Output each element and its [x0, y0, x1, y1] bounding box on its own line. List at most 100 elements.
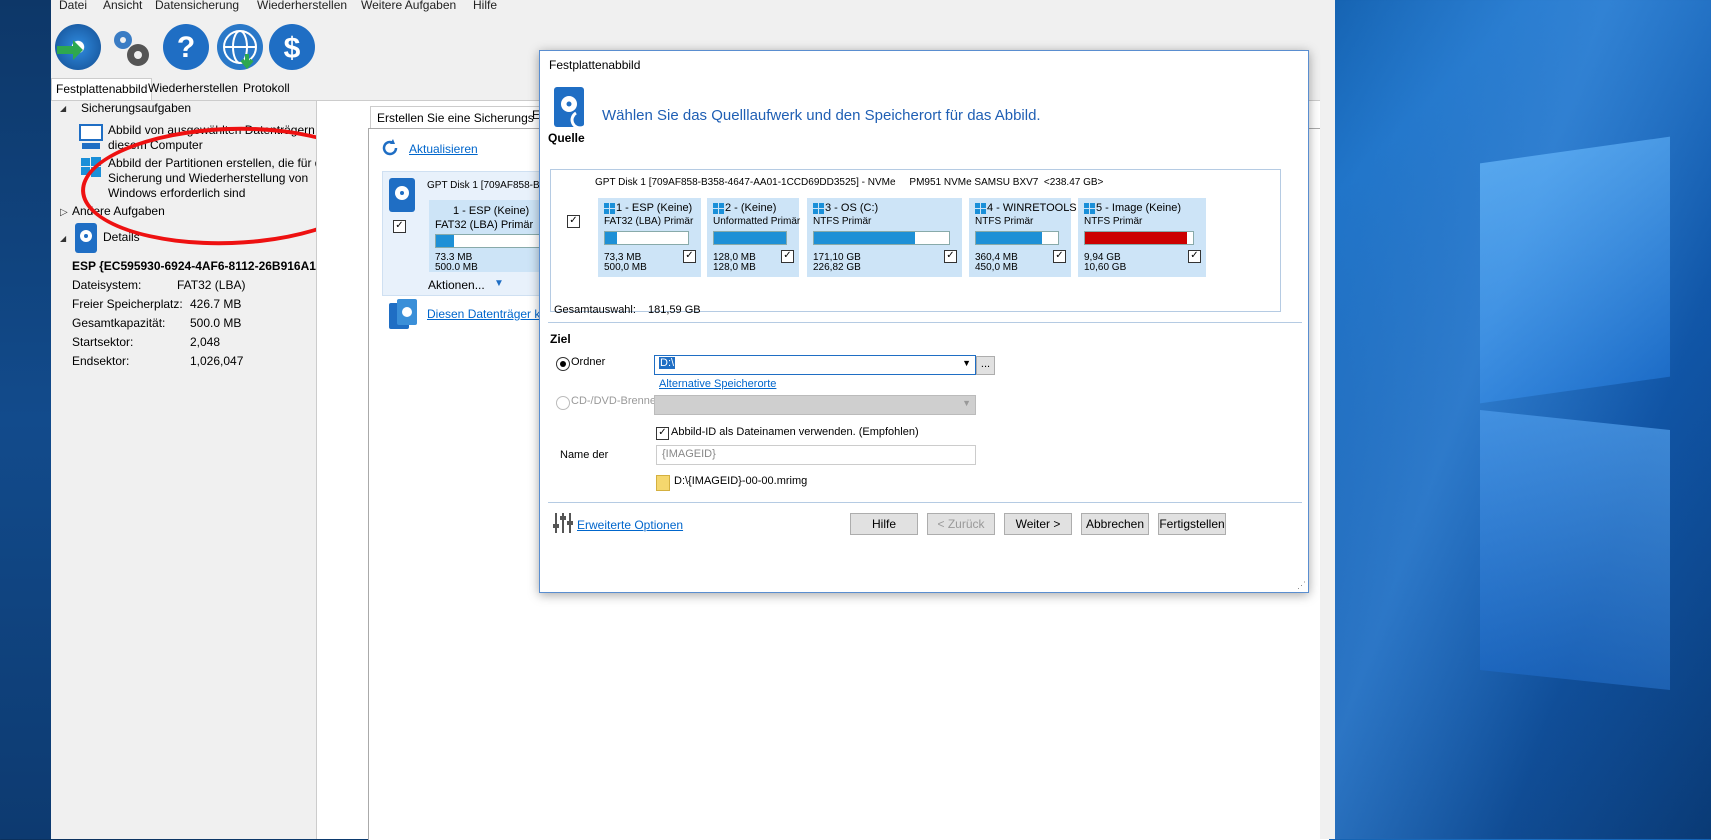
actions-dropdown-icon[interactable]: ▼: [494, 278, 504, 289]
menu-ansicht[interactable]: Ansicht: [103, 0, 142, 12]
menu-wiederherstellen[interactable]: Wiederherstellen: [257, 0, 347, 12]
partition-card[interactable]: 2 - (Keine) Unformatted Primär 128,0 MB 128…: [707, 198, 801, 277]
window-right-edge: [1320, 0, 1335, 839]
partition-type: Unformatted Primär: [713, 216, 801, 227]
detail-value: 426.7 MB: [190, 297, 242, 311]
advanced-options-link[interactable]: Erweiterte Optionen: [577, 518, 683, 532]
tab-wiederherstellen[interactable]: Wiederherstellen: [144, 78, 242, 99]
partition-type: NTFS Primär: [813, 216, 872, 227]
divider: [548, 502, 1302, 503]
detail-label: Gesamtkapazität:: [72, 316, 166, 330]
partition-card[interactable]: 3 - OS (C:) NTFS Primär 171,10 GB 226,82 GB…: [807, 198, 962, 277]
disk-checkbox[interactable]: ✓: [393, 220, 406, 233]
actions-menu[interactable]: Aktionen...: [428, 278, 485, 292]
disk-label: GPT Disk 1 [709AF858-B3: [427, 180, 546, 191]
tab-erstellen-sicherung[interactable]: Erstellen Sie eine Sicherungs: [370, 106, 541, 130]
detail-label: Startsektor:: [72, 335, 134, 349]
image-id-filename-checkbox[interactable]: ✓: [656, 427, 669, 440]
collapse-arrow-icon[interactable]: ◢: [60, 104, 66, 113]
web-globe-download-icon[interactable]: [217, 24, 263, 70]
source-disk-checkbox[interactable]: ✓: [567, 215, 580, 228]
refresh-icon[interactable]: [381, 139, 399, 157]
total-selection-label: Gesamtauswahl:: [554, 304, 636, 316]
desktop-background-left: [0, 0, 51, 839]
partition-checkbox[interactable]: ✓: [1053, 250, 1066, 263]
partition-size: 9,94 GB 10,60 GB: [1084, 253, 1126, 273]
folder-option-label[interactable]: Ordner: [571, 356, 605, 368]
partition-total: 500.0 MB: [435, 262, 478, 273]
partition-type: FAT32 (LBA) Primär: [604, 216, 694, 227]
partition-total: 500,0 MB: [604, 262, 647, 273]
detail-label: Endsektor:: [72, 354, 130, 368]
back-button[interactable]: < Zurück: [927, 513, 995, 535]
partition-card[interactable]: 1 - ESP (Keine) FAT32 (LBA) Primär 73.3 …: [429, 200, 555, 273]
file-icon: [656, 475, 670, 491]
help-icon[interactable]: ?: [163, 24, 209, 70]
partition-usage-bar: [713, 231, 787, 245]
hard-disk-icon: [389, 178, 415, 212]
backup-disc-icon[interactable]: [55, 24, 101, 70]
partition-checkbox[interactable]: ✓: [944, 250, 957, 263]
browse-button[interactable]: ...: [976, 356, 995, 375]
menu-weitere-aufgaben[interactable]: Weitere Aufgaben: [361, 0, 456, 12]
partition-usage-bar: [975, 231, 1059, 245]
disk-card: GPT Disk 1 [709AF858-B3 ✓ 1 - ESP (Keine…: [382, 171, 555, 296]
partition-type: NTFS Primär: [975, 216, 1034, 227]
folder-radio[interactable]: [556, 357, 570, 371]
expand-arrow-icon[interactable]: ▷: [60, 207, 68, 218]
partition-title: 5 - Image (Keine): [1096, 202, 1181, 214]
windows-logo-icon: [813, 203, 825, 215]
partition-checkbox[interactable]: ✓: [781, 250, 794, 263]
tab-festplattenabbild[interactable]: Festplattenabbild: [51, 78, 153, 100]
partition-checkbox[interactable]: ✓: [1188, 250, 1201, 263]
cancel-button[interactable]: Abbrechen: [1081, 513, 1149, 535]
divider: [548, 322, 1302, 323]
partition-card[interactable]: 5 - Image (Keine) NTFS Primär 9,94 GB 10,60…: [1078, 198, 1206, 277]
alternative-locations-link[interactable]: Alternative Speicherorte: [659, 378, 776, 390]
resize-grip-icon[interactable]: ⋰: [1297, 580, 1306, 591]
partition-title: 4 - WINRETOOLS (: [987, 202, 1084, 214]
advanced-options-sliders-icon[interactable]: [552, 512, 574, 534]
dvd-radio[interactable]: [556, 396, 570, 410]
partition-usage-fill: [814, 232, 915, 244]
detail-label: Freier Speicherplatz:: [72, 297, 183, 311]
clone-disk-link[interactable]: Diesen Datenträger kl: [427, 307, 543, 321]
partition-size: 171,10 GB 226,82 GB: [813, 253, 861, 273]
dvd-burner-combobox[interactable]: ▼: [654, 395, 976, 415]
partition-card[interactable]: 4 - WINRETOOLS (NTFS Primär 360,4 MB 450,0…: [969, 198, 1083, 277]
partition-card[interactable]: 1 - ESP (Keine) FAT32 (LBA) Primär 73,3 MB…: [598, 198, 701, 277]
detail-value: FAT32 (LBA): [177, 278, 246, 292]
refresh-link[interactable]: Aktualisieren: [409, 142, 478, 156]
disk-image-icon: [554, 87, 590, 130]
tab-protokoll[interactable]: Protokoll: [239, 78, 294, 99]
image-name-input[interactable]: {IMAGEID}: [656, 445, 976, 465]
target-label: Ziel: [550, 332, 571, 346]
partition-usage-bar: [1084, 231, 1194, 245]
purchase-dollar-icon[interactable]: $: [269, 24, 315, 70]
folder-path-value: D:\: [659, 357, 676, 369]
folder-path-combobox[interactable]: D:\ ▼: [654, 355, 976, 375]
finish-button[interactable]: Fertigstellen: [1158, 513, 1226, 535]
help-button[interactable]: Hilfe: [850, 513, 918, 535]
partition-usage-fill: [976, 232, 1042, 244]
menu-datei[interactable]: Datei: [59, 0, 87, 12]
section-sicherungsaufgaben: Sicherungsaufgaben: [81, 101, 192, 115]
menu-hilfe[interactable]: Hilfe: [473, 0, 497, 12]
menu-bar: Datei Ansicht Datensicherung Wiederherst…: [51, 0, 1335, 14]
dvd-option-label[interactable]: CD-/DVD-Brenner: [571, 395, 660, 407]
partition-total: 450,0 MB: [975, 262, 1018, 273]
settings-gears-icon[interactable]: [107, 24, 153, 70]
menu-datensicherung[interactable]: Datensicherung: [155, 0, 239, 12]
image-name-placeholder: {IMAGEID}: [662, 448, 716, 460]
partition-total: 10,60 GB: [1084, 262, 1127, 273]
collapse-arrow-icon[interactable]: ◢: [60, 234, 66, 243]
partition-checkbox[interactable]: ✓: [683, 250, 696, 263]
chevron-down-icon[interactable]: ▼: [962, 358, 971, 368]
svg-text:?: ?: [177, 31, 195, 64]
image-id-filename-label[interactable]: Abbild-ID als Dateinamen verwenden. (Emp…: [671, 426, 919, 438]
next-button[interactable]: Weiter >: [1004, 513, 1072, 535]
partition-usage-bar: [604, 231, 689, 245]
name-label: Name der: [560, 449, 609, 461]
detail-label: Dateisystem:: [72, 278, 142, 292]
windows-logo-icon: [1084, 203, 1096, 215]
